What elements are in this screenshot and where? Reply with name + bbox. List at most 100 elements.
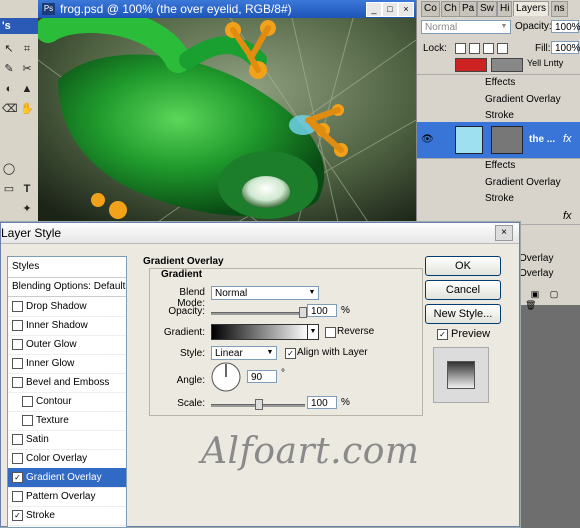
scale-label: Scale: — [177, 398, 205, 409]
style-item-stroke[interactable]: ✓ Stroke — [8, 506, 126, 526]
layer-thumbnail — [455, 126, 483, 154]
fx-icon[interactable]: fx — [563, 210, 572, 222]
style-item-pattern-overlay[interactable]: Pattern Overlay — [8, 487, 126, 507]
dialog-close-button[interactable]: × — [495, 225, 513, 241]
tools-title: 's — [0, 18, 38, 34]
effect-gradient-overlay[interactable]: Gradient Overlay — [485, 94, 561, 105]
style-item-checkbox[interactable] — [22, 415, 33, 426]
tab-history[interactable]: Hi — [497, 1, 513, 17]
new-layer-icon[interactable]: ▢ — [550, 289, 559, 299]
style-item-gradient-overlay[interactable]: ✓ Gradient Overlay — [8, 468, 126, 488]
style-item-checkbox[interactable] — [12, 453, 23, 464]
tab-color[interactable]: Co — [421, 1, 440, 17]
angle-input[interactable]: 90 — [247, 370, 277, 383]
preview-box — [433, 347, 489, 403]
dodge-tool-icon[interactable]: ◐ — [2, 82, 16, 96]
opacity-slider[interactable] — [211, 312, 305, 315]
tab-paths[interactable]: Pa — [459, 1, 478, 17]
style-item-checkbox[interactable] — [12, 301, 23, 312]
style-item-label: Inner Glow — [26, 358, 75, 369]
layer-style-dialog: Layer Style × Styles Blending Options: D… — [0, 222, 520, 528]
style-item-checkbox[interactable] — [12, 377, 23, 388]
blending-options-item[interactable]: Blending Options: Default — [8, 277, 126, 297]
fill-label: Fill: — [535, 43, 551, 54]
tab-channels[interactable]: Ch — [441, 1, 460, 17]
sharpen-tool-icon[interactable]: ▲ — [20, 82, 34, 96]
new-group-icon[interactable]: ▣ — [531, 289, 540, 299]
cancel-button[interactable]: Cancel — [425, 280, 501, 300]
effect-gradient-overlay[interactable]: Gradient Overlay — [485, 177, 561, 188]
ellipse-tool-icon[interactable]: ◯ — [2, 162, 16, 176]
gradient-dropdown-icon[interactable]: ▼ — [307, 324, 319, 340]
marquee-tool-icon[interactable]: ⌗ — [20, 42, 34, 56]
ok-button[interactable]: OK — [425, 256, 501, 276]
layer-blend-mode-select[interactable]: Normal ▼ — [421, 20, 511, 34]
brush-tool-icon[interactable]: ✎ — [2, 62, 16, 76]
document-canvas[interactable] — [35, 0, 417, 223]
style-item-contour[interactable]: Contour — [8, 392, 126, 412]
style-item-inner-shadow[interactable]: Inner Shadow — [8, 316, 126, 336]
eye-icon[interactable]: 👁 — [421, 134, 434, 145]
style-item-bevel-and-emboss[interactable]: Bevel and Emboss — [8, 373, 126, 393]
close-button[interactable]: × — [398, 2, 414, 17]
hand-tool-icon[interactable]: ✋ — [20, 102, 34, 116]
preview-label: Preview — [451, 328, 491, 340]
styles-header[interactable]: Styles — [8, 257, 126, 278]
layer-fill-input[interactable]: 100% — [551, 41, 580, 54]
style-item-color-overlay[interactable]: Color Overlay — [8, 449, 126, 469]
layer-row-top[interactable]: Yell Lntty — [417, 58, 580, 75]
style-item-texture[interactable]: Texture — [8, 411, 126, 431]
shape-tool-icon[interactable]: ▭ — [2, 182, 16, 196]
scale-slider-thumb[interactable] — [255, 399, 263, 410]
scale-input[interactable]: 100 — [307, 396, 337, 409]
lock-pixels-icon[interactable] — [469, 43, 480, 54]
style-item-inner-glow[interactable]: Inner Glow — [8, 354, 126, 374]
type-tool-icon[interactable]: T — [20, 182, 34, 196]
eraser-tool-icon[interactable]: ⌫ — [2, 102, 18, 116]
lock-position-icon[interactable] — [483, 43, 494, 54]
custom-shape-tool-icon[interactable]: ✦ — [20, 202, 34, 216]
gradient-style-select[interactable]: Linear ▼ — [211, 346, 277, 360]
blend-mode-select[interactable]: Normal ▼ — [211, 286, 319, 300]
style-item-label: Pattern Overlay — [26, 491, 96, 502]
effect-overlay[interactable]: Overlay — [519, 253, 553, 264]
style-item-satin[interactable]: Satin — [8, 430, 126, 450]
style-item-checkbox[interactable] — [22, 396, 33, 407]
lock-transparency-icon[interactable] — [455, 43, 466, 54]
opacity-label: Opacity: — [515, 21, 552, 32]
crop-tool-icon[interactable]: ✂ — [20, 62, 34, 76]
style-item-checkbox[interactable] — [12, 434, 23, 445]
new-style-button[interactable]: New Style... — [425, 304, 501, 324]
reverse-checkbox[interactable] — [325, 327, 336, 338]
style-item-checkbox[interactable] — [12, 491, 23, 502]
style-item-checkbox[interactable] — [12, 339, 23, 350]
tab-swatches[interactable]: Sw — [477, 1, 497, 17]
style-item-outer-glow[interactable]: Outer Glow — [8, 335, 126, 355]
style-item-checkbox[interactable]: ✓ — [12, 472, 23, 483]
preview-checkbox[interactable]: ✓ — [437, 329, 448, 340]
tab-actions[interactable]: ns — [551, 1, 568, 17]
fx-icon[interactable]: fx — [563, 133, 572, 145]
layer-row-selected[interactable]: 👁 the ... fx — [417, 122, 580, 159]
lock-all-icon[interactable] — [497, 43, 508, 54]
opacity-slider-thumb[interactable] — [299, 307, 307, 318]
style-item-checkbox[interactable] — [12, 358, 23, 369]
style-item-checkbox[interactable]: ✓ — [12, 510, 23, 521]
opacity-input[interactable]: 100 — [307, 304, 337, 317]
effect-stroke[interactable]: Stroke — [485, 110, 514, 121]
move-tool-icon[interactable]: ↖ — [2, 42, 16, 56]
chevron-down-icon: ▼ — [266, 349, 274, 356]
effect-overlay[interactable]: Overlay — [519, 268, 553, 279]
style-item-drop-shadow[interactable]: Drop Shadow — [8, 297, 126, 317]
minimize-button[interactable]: _ — [366, 2, 382, 17]
trash-icon[interactable]: 🗑 — [525, 300, 536, 310]
style-item-label: Bevel and Emboss — [26, 377, 110, 388]
effect-stroke[interactable]: Stroke — [485, 193, 514, 204]
align-with-layer-checkbox[interactable]: ✓ — [285, 348, 296, 359]
layer-opacity-input[interactable]: 100% — [551, 20, 580, 33]
maximize-button[interactable]: □ — [382, 2, 398, 17]
gradient-swatch[interactable] — [211, 324, 309, 340]
angle-dial[interactable] — [211, 362, 241, 392]
style-item-checkbox[interactable] — [12, 320, 23, 331]
tab-layers[interactable]: Layers — [513, 1, 550, 16]
